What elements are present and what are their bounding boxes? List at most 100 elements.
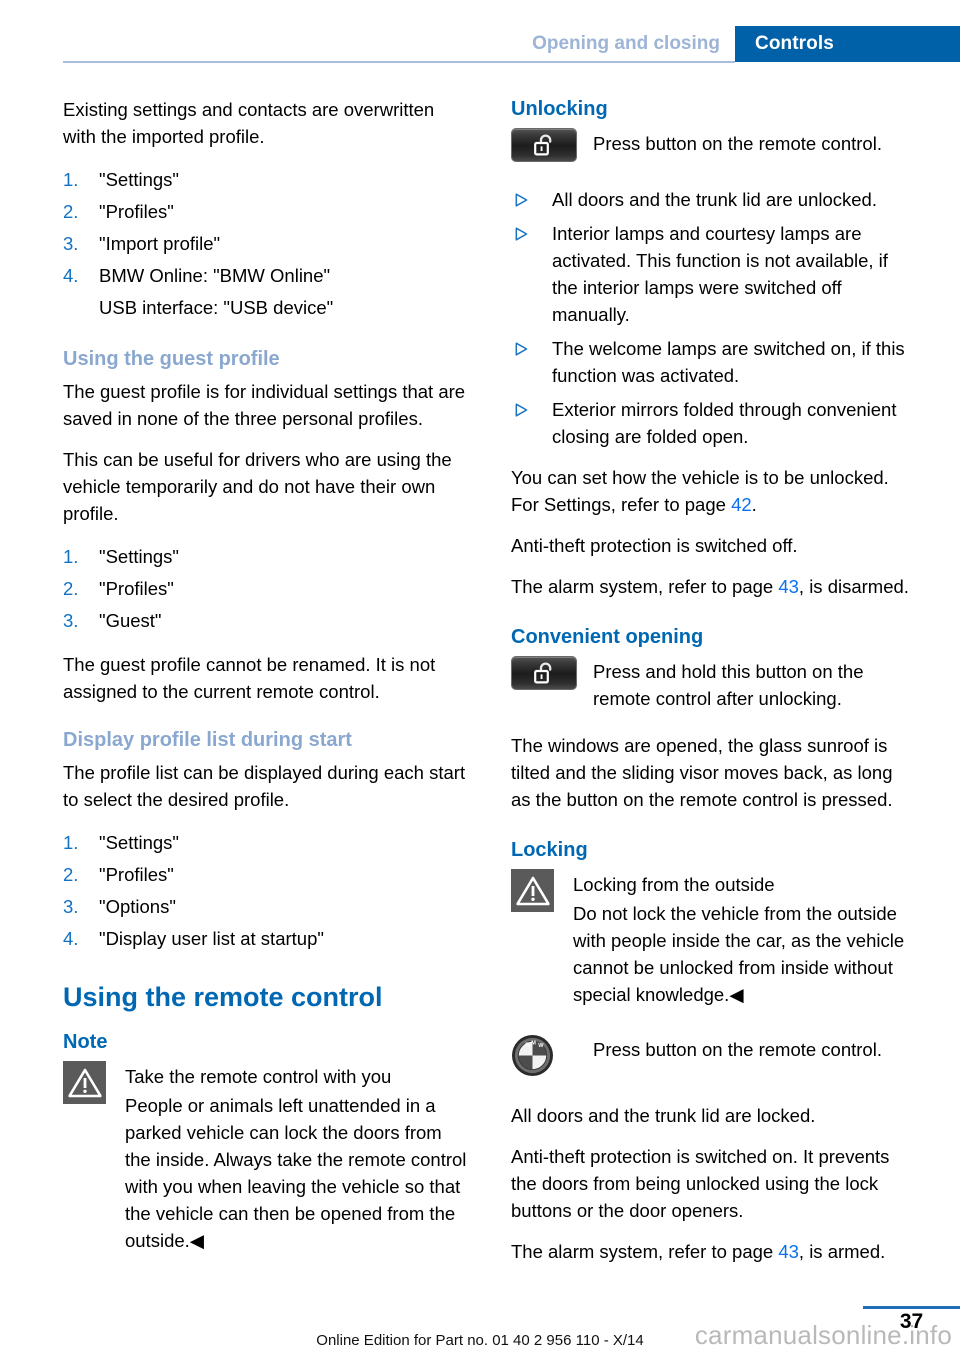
bullet-text: All doors and the trunk lid are unlocked… [552,189,877,210]
page-reference-link[interactable]: 43 [778,576,799,597]
list-item: The welcome lamps are switched on, if th… [511,335,915,389]
warning-title-line: Take the remote control with you [125,1066,392,1087]
guest-profile-paragraph-3: The guest profile cannot be renamed. It … [63,654,436,702]
unlocking-settings-text-b: . [751,494,757,515]
intro-paragraph: Existing settings and contacts are overw… [63,99,435,147]
locking-alarm-paragraph: The alarm system, refer to page 43, is a… [511,1238,915,1265]
locking-bmw-caption: Press button on the remote control. [593,1039,882,1060]
locking-warning-body: Do not lock the vehicle from the outside… [511,898,915,1008]
unlocking-alarm-text-b: , is disarmed. [798,576,909,597]
unlock-button-icon [511,128,577,162]
step-label: "Profiles" [99,201,174,222]
locking-paragraph-1: All doors and the trunk lid are locked. [511,1105,816,1126]
remote-control-warning-block: Take the remote control with you People … [63,1061,467,1254]
step-number: 1. [63,169,79,190]
step-label: "Display user list at startup" [99,928,324,949]
page-reference-link[interactable]: 42 [731,494,752,515]
guest-profile-paragraph-2: This can be useful for drivers who are u… [63,449,452,524]
list-item: 4. BMW Online: "BMW Online" USB interfac… [63,260,467,324]
list-item: All doors and the trunk lid are unlocked… [511,186,915,213]
svg-text:M: M [531,1041,536,1047]
locking-warning-title: Locking from the outside [573,874,775,895]
convenient-opening-button-block: Press and hold this button on the remote… [511,656,915,712]
note-heading: Note [63,1031,108,1053]
bmw-logo-icon-holder: B M W [511,1034,554,1082]
step-label: "Import profile" [99,233,221,254]
svg-text:W: W [538,1043,544,1049]
warning-icon-holder [511,869,554,912]
step-number: 2. [63,201,79,222]
step-sublabel: USB interface: "USB device" [99,297,334,318]
step-number: 3. [63,610,79,631]
svg-text:B: B [525,1042,529,1048]
step-label: "Settings" [99,832,179,853]
bullet-text: The welcome lamps are switched on, if th… [552,338,905,386]
page-header: Opening and closing Controls [0,0,960,64]
locking-warning-body-text: Do not lock the vehicle from the outside… [573,903,905,1005]
warning-triangle-icon [63,1061,106,1104]
remote-control-heading: Using the remote control [63,982,383,1012]
guest-profile-steps: 1. "Settings" 2. "Profiles" 3. "Guest" [63,541,467,637]
warning-body-text: People or animals left unattended in a p… [125,1095,467,1251]
convenient-opening-paragraph: The windows are opened, the glass sunroo… [511,735,893,810]
warning-icon-holder [63,1061,106,1104]
list-item: Interior lamps and courtesy lamps are ac… [511,220,915,328]
list-item: 3. "Import profile" [63,228,467,260]
step-number: 1. [63,546,79,567]
list-item: 2. "Profiles" [63,573,467,605]
unlocking-alarm-text-a: The alarm system, refer to page [511,576,779,597]
bmw-logo-icon: B M W [511,1035,554,1081]
display-profile-list-paragraph: The profile list can be displayed during… [63,762,466,810]
import-profile-steps: 1. "Settings" 2. "Profiles" 3. "Import p… [63,164,467,324]
bullet-text: Interior lamps and courtesy lamps are ac… [552,223,888,325]
watermark: carmanualsonline.info [694,1320,952,1350]
list-item: 2. "Profiles" [63,196,467,228]
page-number-rule [863,1306,960,1309]
step-number: 1. [63,832,79,853]
list-item: 1. "Settings" [63,164,467,196]
list-item: 1. "Settings" [63,827,467,859]
unlocking-settings-text-a: You can set how the vehicle is to be unl… [511,467,889,515]
locking-bmw-block: B M W Press button on the remote control… [511,1034,915,1078]
warning-body-first-line: People or animals left unattended in a p… [63,1090,467,1254]
step-label: "Settings" [99,546,179,567]
step-label: "Profiles" [99,864,174,885]
list-item: 1. "Settings" [63,541,467,573]
unlocking-heading: Unlocking [511,98,608,120]
unlocking-button-block: Press button on the remote control. [511,128,915,172]
locking-warning-block: Locking from the outside Do not lock the… [511,869,915,1008]
guest-profile-paragraph-1: The guest profile is for individual sett… [63,381,466,429]
step-number: 2. [63,578,79,599]
step-label: "Guest" [99,610,162,631]
display-profile-list-heading: Display profile list during start [63,729,352,751]
locking-alarm-text-a: The alarm system, refer to page [511,1241,779,1262]
header-divider [63,61,735,63]
locking-heading: Locking [511,839,588,861]
list-item: 2. "Profiles" [63,859,467,891]
step-number: 3. [63,233,79,254]
page-reference-link[interactable]: 43 [778,1241,799,1262]
list-item: Exterior mirrors folded through convenie… [511,396,915,450]
bullet-text: Exterior mirrors folded through convenie… [552,399,897,447]
unlock-button-icon-holder [511,656,577,690]
unlocking-antitheft-paragraph: Anti-theft protection is switched off. [511,535,798,556]
unlocking-alarm-paragraph: The alarm system, refer to page 43, is d… [511,573,915,600]
step-label: "Profiles" [99,578,174,599]
unlock-button-icon-holder [511,128,577,162]
warning-triangle-icon [511,869,554,912]
right-column: Unlocking Press button on the remote con… [511,96,915,1279]
left-column: Existing settings and contacts are overw… [63,96,467,1268]
guest-profile-heading: Using the guest profile [63,348,280,370]
unlock-button-icon [511,656,577,690]
step-label: "Options" [99,896,176,917]
locking-alarm-text-b: , is armed. [798,1241,886,1262]
display-profile-list-steps: 1. "Settings" 2. "Profiles" 3. "Options"… [63,827,467,955]
list-item: 4. "Display user list at startup" [63,923,467,955]
header-section-label: Opening and closing [532,33,720,54]
locking-paragraph-2: Anti-theft protection is switched on. It… [511,1146,890,1221]
list-item: 3. "Options" [63,891,467,923]
step-number: 2. [63,864,79,885]
step-label: BMW Online: "BMW Online" [99,265,331,286]
step-label: "Settings" [99,169,179,190]
step-number: 4. [63,265,79,286]
